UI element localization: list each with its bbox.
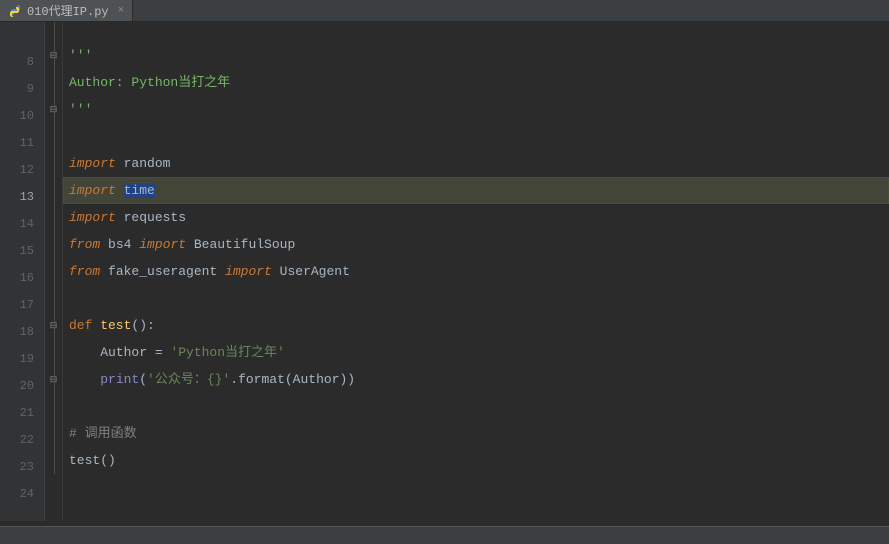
line-number-gutter: 8 9 10 11 12 13 14 15 16 17 18 19 20 21 … <box>0 22 45 521</box>
code-line: print('公众号：{}'.format(Author)) <box>63 366 889 393</box>
line-number: 8 <box>0 49 44 76</box>
line-number: 14 <box>0 211 44 238</box>
line-number: 9 <box>0 76 44 103</box>
code-line <box>63 393 889 420</box>
line-number: 21 <box>0 400 44 427</box>
line-number: 13 <box>0 184 44 211</box>
code-line <box>63 285 889 312</box>
code-line: ''' <box>63 96 889 123</box>
code-line: from fake_useragent import UserAgent <box>63 258 889 285</box>
line-number: 22 <box>0 427 44 454</box>
line-number: 12 <box>0 157 44 184</box>
line-number: 19 <box>0 346 44 373</box>
line-number: 16 <box>0 265 44 292</box>
line-number: 10 <box>0 103 44 130</box>
python-file-icon <box>8 4 22 18</box>
code-line: import requests <box>63 204 889 231</box>
editor: 8 9 10 11 12 13 14 15 16 17 18 19 20 21 … <box>0 22 889 521</box>
close-icon[interactable]: × <box>118 5 125 17</box>
code-line-current: import time <box>63 177 889 204</box>
code-line: Author: Python当打之年 <box>63 69 889 96</box>
selected-text: time <box>124 183 155 198</box>
line-number: 18 <box>0 319 44 346</box>
line-number: 24 <box>0 481 44 508</box>
file-tab[interactable]: 010代理IP.py × <box>0 0 133 21</box>
fold-gutter: ⊟ ⊟ ⊟ ⊟ <box>45 22 63 521</box>
code-line: # 调用函数 <box>63 420 889 447</box>
line-number: 17 <box>0 292 44 319</box>
code-line: from bs4 import BeautifulSoup <box>63 231 889 258</box>
code-line: test() <box>63 447 889 474</box>
code-line: ''' <box>63 42 889 69</box>
tab-filename: 010代理IP.py <box>27 2 109 19</box>
line-number <box>0 22 44 49</box>
code-line: def test(): <box>63 312 889 339</box>
line-number: 15 <box>0 238 44 265</box>
line-number: 20 <box>0 373 44 400</box>
line-number: 11 <box>0 130 44 157</box>
line-number: 23 <box>0 454 44 481</box>
status-bar <box>0 526 889 544</box>
code-line: import random <box>63 150 889 177</box>
code-area[interactable]: ''' Author: Python当打之年 ''' import random… <box>63 22 889 521</box>
tab-bar: 010代理IP.py × <box>0 0 889 22</box>
code-line <box>63 474 889 501</box>
code-line: Author = 'Python当打之年' <box>63 339 889 366</box>
code-line <box>63 123 889 150</box>
code-line <box>63 22 889 42</box>
